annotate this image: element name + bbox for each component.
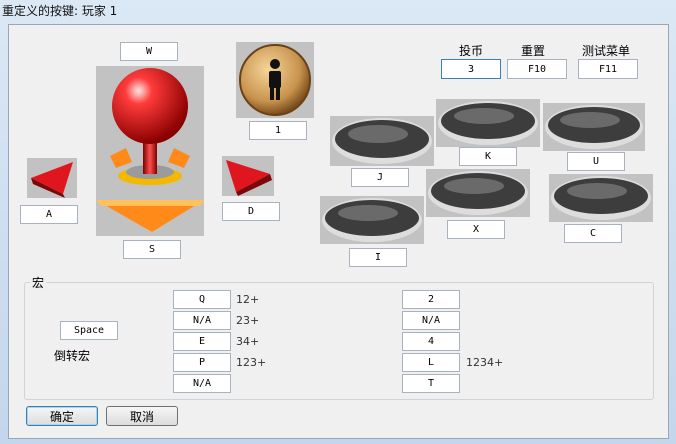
macro-left-key-5[interactable]: N/A (173, 374, 231, 393)
macro-right-key-5[interactable]: T (402, 374, 460, 393)
macro-left-combo-3: 34+ (236, 335, 260, 348)
player-icon (239, 44, 311, 116)
macro-group (24, 282, 654, 400)
reverse-macro-label: 倒转宏 (54, 349, 91, 363)
macro-right-key-3[interactable]: 4 (402, 332, 460, 351)
key-k-field[interactable]: K (459, 147, 517, 166)
ok-button[interactable]: 确定 (26, 406, 98, 426)
test-menu-label: 测试菜单 (582, 44, 631, 58)
key-right-field[interactable]: D (222, 202, 280, 221)
macro-left-key-1[interactable]: Q (173, 290, 231, 309)
macro-left-combo-2: 23+ (236, 314, 260, 327)
key-u-field[interactable]: U (567, 152, 625, 171)
space-key-field[interactable]: Space (60, 321, 118, 340)
player-number-field[interactable]: 1 (249, 121, 307, 140)
button-c-icon (551, 176, 651, 220)
macro-left-key-3[interactable]: E (173, 332, 231, 351)
key-left-field[interactable]: A (20, 205, 78, 224)
joystick-icon (96, 68, 204, 232)
key-j-field[interactable]: J (351, 168, 409, 187)
test-menu-field[interactable]: F11 (578, 59, 638, 79)
macro-left-combo-1: 12+ (236, 293, 260, 306)
macro-right-key-4[interactable]: L (402, 353, 460, 372)
macro-group-label: 宏 (30, 274, 47, 291)
key-up-field[interactable]: W (120, 42, 178, 61)
key-x-field[interactable]: X (447, 220, 505, 239)
button-u-icon (545, 105, 643, 149)
macro-left-key-4[interactable]: P (173, 353, 231, 372)
macro-left-key-2[interactable]: N/A (173, 311, 231, 330)
macro-right-key-2[interactable]: N/A (402, 311, 460, 330)
window-title: 重定义的按键: 玩家 1 (2, 4, 118, 18)
key-i-field[interactable]: I (349, 248, 407, 267)
arrow-right-icon (226, 160, 272, 196)
coin-label: 投币 (459, 44, 484, 58)
macro-right-combo-4: 1234+ (466, 356, 504, 369)
button-i-icon (322, 198, 422, 242)
reset-label: 重置 (521, 44, 546, 58)
coin-field[interactable]: 3 (441, 59, 501, 79)
cancel-button[interactable]: 取消 (106, 406, 178, 426)
button-k-icon (438, 101, 538, 145)
reset-field[interactable]: F10 (507, 59, 567, 79)
key-down-field[interactable]: S (123, 240, 181, 259)
button-j-icon (332, 118, 432, 164)
macro-right-key-1[interactable]: 2 (402, 290, 460, 309)
arrow-left-icon (31, 162, 73, 198)
macro-left-combo-4: 123+ (236, 356, 267, 369)
key-c-field[interactable]: C (564, 224, 622, 243)
dialog-window: 重定义的按键: 玩家 1 W S A D 1 投币 3 重置 F10 测试菜单 … (0, 0, 676, 444)
button-x-icon (428, 171, 528, 215)
